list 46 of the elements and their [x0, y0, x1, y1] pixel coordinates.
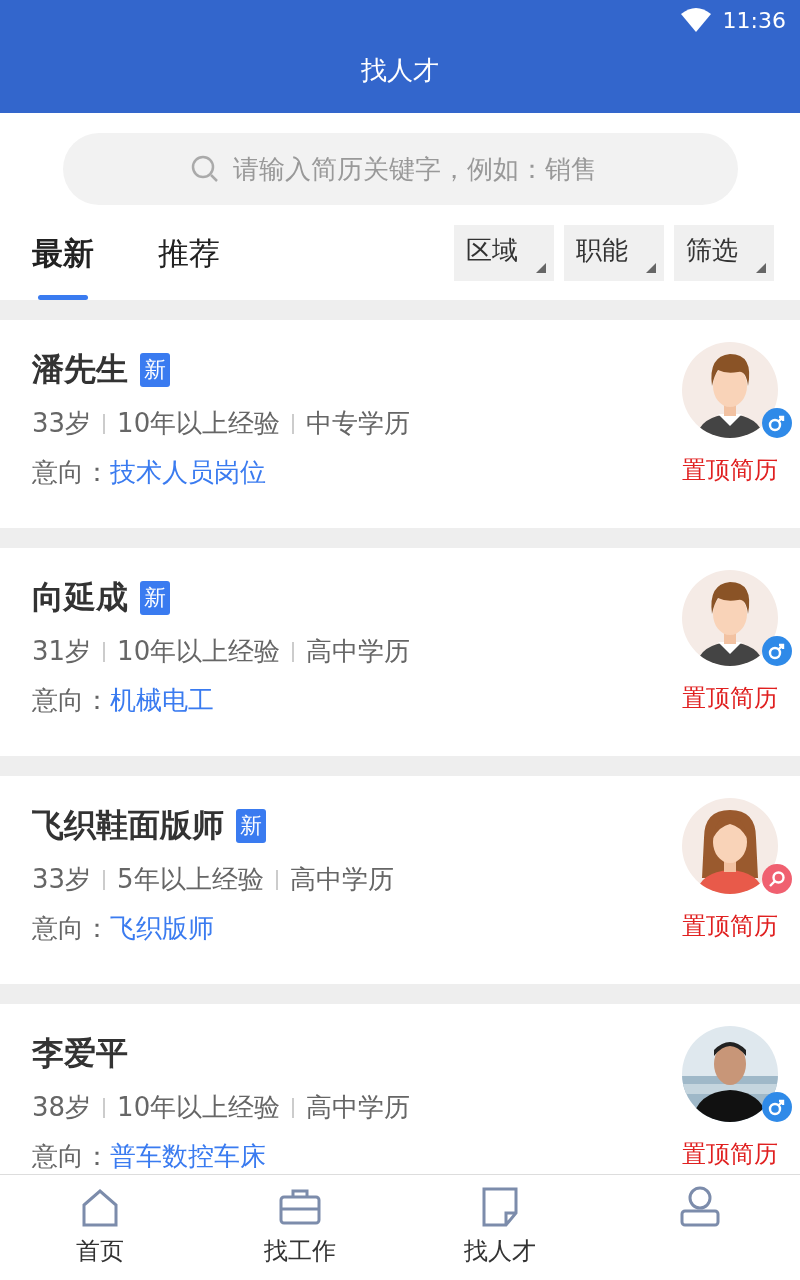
intent-link[interactable]: 技术人员岗位 — [110, 455, 266, 490]
intent-link[interactable]: 飞织版师 — [110, 911, 214, 946]
status-time: 11:36 — [722, 7, 786, 33]
candidate-name: 潘先生 — [32, 349, 128, 390]
intent-label: 意向： — [32, 912, 110, 945]
pin-resume-link[interactable]: 置顶简历 — [682, 910, 778, 942]
candidate-name: 李爱平 — [32, 1033, 128, 1074]
nav-item[interactable]: 找工作 — [200, 1175, 400, 1280]
intent-link[interactable]: 机械电工 — [110, 683, 214, 718]
candidate-name: 飞织鞋面版师 — [32, 805, 224, 846]
filter-dropdown[interactable]: 职能 — [564, 225, 664, 281]
education-text: 高中学历 — [306, 1091, 411, 1124]
age-text: 38岁 — [32, 1091, 92, 1124]
age-text: 33岁 — [32, 407, 92, 440]
age-text: 33岁 — [32, 863, 92, 896]
new-badge: 新 — [236, 809, 266, 843]
resume-card[interactable]: 向延成 新 31岁 10年以上经验 高中学历 意向：机械电工 置顶简历 — [0, 548, 800, 756]
nav-item[interactable]: 首页 — [0, 1175, 200, 1280]
pin-resume-link[interactable]: 置顶简历 — [682, 454, 778, 486]
age-text: 31岁 — [32, 635, 92, 668]
intent-link[interactable]: 普车数控车床 — [110, 1139, 266, 1174]
experience-text: 10年以上经验 — [117, 1091, 281, 1124]
education-text: 高中学历 — [306, 635, 411, 668]
education-text: 中专学历 — [306, 407, 411, 440]
tab[interactable]: 推荐 — [158, 225, 220, 300]
tab[interactable]: 最新 — [32, 225, 94, 300]
search-field[interactable]: 请输入简历关键字，例如：销售 — [63, 133, 738, 205]
page-title: 找人才 — [361, 54, 439, 87]
resume-card[interactable]: 李爱平 38岁 10年以上经验 高中学历 意向：普车数控车床 置顶简历 — [0, 1004, 800, 1174]
resume-card[interactable]: 飞织鞋面版师 新 33岁 5年以上经验 高中学历 意向：飞织版师 置顶简历 — [0, 776, 800, 984]
intent-label: 意向： — [32, 456, 110, 489]
new-badge: 新 — [140, 581, 170, 615]
pin-resume-link[interactable]: 置顶简历 — [682, 1138, 778, 1170]
nav-item[interactable]: 找人才 — [400, 1175, 600, 1280]
resume-card[interactable]: 潘先生 新 33岁 10年以上经验 中专学历 意向：技术人员岗位 置顶简历 — [0, 320, 800, 528]
experience-text: 10年以上经验 — [117, 635, 281, 668]
filter-dropdown[interactable]: 筛选 — [674, 225, 774, 281]
new-badge: 新 — [140, 353, 170, 387]
intent-label: 意向： — [32, 684, 110, 717]
education-text: 高中学历 — [289, 863, 394, 896]
experience-text: 5年以上经验 — [117, 863, 264, 896]
intent-label: 意向： — [32, 1140, 110, 1173]
experience-text: 10年以上经验 — [117, 407, 281, 440]
filter-dropdown[interactable]: 区域 — [454, 225, 554, 281]
pin-resume-link[interactable]: 置顶简历 — [682, 682, 778, 714]
candidate-name: 向延成 — [32, 577, 128, 618]
